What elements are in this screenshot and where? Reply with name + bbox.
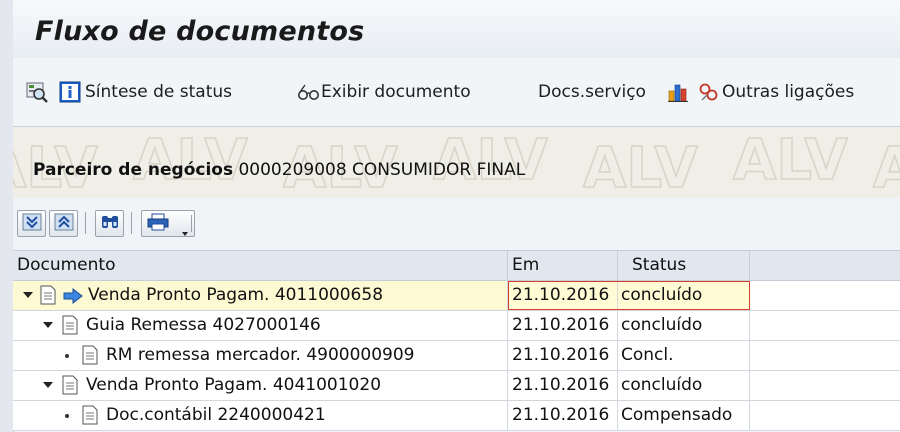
- print-icon: [146, 213, 170, 235]
- document-cell: Guia Remessa 4027000146: [13, 311, 508, 340]
- grid-toolbar: [13, 198, 900, 250]
- chart-button[interactable]: [667, 78, 689, 106]
- table-row[interactable]: Venda Pronto Pagam. 4011000658 21.10.201…: [13, 281, 900, 311]
- date-cell: 21.10.2016: [508, 281, 618, 310]
- display-document-label: Exibir documento: [321, 82, 471, 102]
- date-cell: 21.10.2016: [508, 401, 618, 430]
- leaf-node-bullet-icon: [65, 414, 69, 418]
- document-text: Doc.contábil 2240000421: [106, 405, 326, 425]
- status-cell: Compensado: [618, 401, 750, 430]
- glasses-icon: [297, 82, 321, 102]
- document-text: RM remessa mercador. 4900000909: [106, 345, 415, 365]
- expanded-node-icon[interactable]: [23, 292, 33, 298]
- status-cell: concluído: [618, 311, 750, 340]
- status-overview-button[interactable]: Síntese de status: [59, 78, 232, 106]
- magnifier-tree-icon: [25, 80, 49, 104]
- document-icon: [61, 315, 79, 340]
- expand-all-button[interactable]: [17, 210, 46, 237]
- expanded-node-icon[interactable]: [43, 322, 53, 328]
- document-cell: Venda Pronto Pagam. 4041001020: [13, 371, 508, 400]
- leaf-node-bullet-icon: [65, 354, 69, 358]
- toolbar-separator: [85, 212, 86, 234]
- print-button[interactable]: [141, 210, 195, 237]
- document-cell: Doc.contábil 2240000421: [13, 401, 508, 430]
- find-button[interactable]: [95, 210, 124, 237]
- other-links-button[interactable]: Outras ligações: [698, 78, 854, 106]
- expand-all-icon: [22, 213, 42, 235]
- document-cell: Venda Pronto Pagam. 4011000658: [13, 281, 508, 310]
- toolbar-separator-2: [131, 212, 132, 234]
- current-document-arrow-icon: [63, 286, 83, 310]
- document-text: Venda Pronto Pagam. 4011000658: [88, 285, 384, 305]
- document-icon: [81, 345, 99, 370]
- table-row[interactable]: Guia Remessa 4027000146 21.10.2016 concl…: [13, 311, 900, 341]
- magnifier-tree-button[interactable]: [25, 78, 49, 106]
- column-header-date[interactable]: Em: [508, 251, 618, 280]
- title-bar: Fluxo de documentos: [13, 0, 900, 59]
- svg-text:ALV: ALV: [583, 136, 698, 198]
- table-row[interactable]: Venda Pronto Pagam. 4041001020 21.10.201…: [13, 371, 900, 401]
- status-cell: Concl.: [618, 341, 750, 370]
- expanded-node-icon[interactable]: [43, 382, 53, 388]
- table-row[interactable]: Doc.contábil 2240000421 21.10.2016 Compe…: [13, 401, 900, 431]
- date-cell: 21.10.2016: [508, 341, 618, 370]
- service-docs-button[interactable]: Docs.serviço: [538, 78, 646, 106]
- display-document-button[interactable]: Exibir documento: [297, 78, 471, 106]
- info-icon: [59, 81, 81, 103]
- chart-icon: [667, 81, 689, 103]
- other-links-label: Outras ligações: [722, 82, 855, 102]
- window-left-edge: [0, 0, 14, 432]
- date-cell: 21.10.2016: [508, 371, 618, 400]
- svg-text:ALV: ALV: [733, 128, 848, 193]
- table-row[interactable]: RM remessa mercador. 4900000909 21.10.20…: [13, 341, 900, 371]
- document-cell: RM remessa mercador. 4900000909: [13, 341, 508, 370]
- svg-text:ALV: ALV: [873, 136, 900, 198]
- status-cell: concluído: [618, 371, 750, 400]
- link-icon: [698, 81, 720, 103]
- document-icon: [61, 375, 79, 400]
- document-flow-table: Documento Em Status Venda Pronto Pagam. …: [13, 250, 900, 431]
- find-icon: [100, 213, 120, 235]
- application-toolbar: Síntese de status Exibir documento Docs.…: [13, 58, 900, 127]
- business-partner-label: Parceiro de negócios: [33, 160, 234, 180]
- column-header-status[interactable]: Status: [618, 251, 750, 280]
- header-panel: ALV ALV ALV ALV ALV ALV ALV Parceiro de …: [13, 127, 900, 199]
- date-cell: 21.10.2016: [508, 311, 618, 340]
- page-title: Fluxo de documentos: [35, 16, 365, 47]
- document-text: Venda Pronto Pagam. 4041001020: [86, 375, 382, 395]
- document-icon: [81, 405, 99, 430]
- status-overview-label: Síntese de status: [85, 82, 233, 102]
- document-text: Guia Remessa 4027000146: [86, 315, 321, 335]
- column-header-document[interactable]: Documento: [13, 251, 508, 280]
- document-icon: [39, 285, 57, 310]
- service-docs-label: Docs.serviço: [538, 82, 646, 102]
- collapse-all-button[interactable]: [49, 210, 78, 237]
- print-split-divider: [191, 215, 192, 232]
- dropdown-icon[interactable]: [182, 222, 188, 241]
- table-header: Documento Em Status: [13, 250, 900, 281]
- business-partner: Parceiro de negócios 0000209008 CONSUMID…: [33, 160, 525, 180]
- status-cell: concluído: [618, 281, 750, 310]
- business-partner-value: 0000209008 CONSUMIDOR FINAL: [238, 160, 526, 180]
- collapse-all-icon: [54, 213, 74, 235]
